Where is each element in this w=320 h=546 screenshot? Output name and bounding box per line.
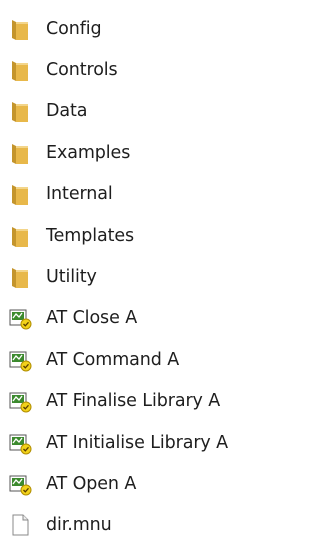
list-item-controls[interactable]: Controls (0, 49, 287, 90)
item-label: AT Open A (46, 473, 137, 494)
file-list: Config Controls Data Examples Internal T… (0, 8, 287, 546)
labview-vi-icon (8, 389, 32, 413)
folder-icon (8, 99, 32, 123)
list-item-at-command-a[interactable]: AT Command A (0, 339, 287, 380)
item-label: Examples (46, 142, 131, 163)
folder-icon (8, 141, 32, 165)
list-item-at-open-a[interactable]: AT Open A (0, 463, 287, 504)
folder-icon (8, 224, 32, 248)
labview-vi-icon (8, 306, 32, 330)
item-label: AT Command A (46, 349, 180, 370)
list-item-at-initialise-library-a[interactable]: AT Initialise Library A (0, 422, 287, 463)
list-item-data[interactable]: Data (0, 91, 287, 132)
item-label: Config (46, 18, 102, 39)
list-item-config[interactable]: Config (0, 8, 287, 49)
folder-icon (8, 17, 32, 41)
list-item-internal[interactable]: Internal (0, 174, 287, 215)
list-item-examples[interactable]: Examples (0, 132, 287, 173)
folder-icon (8, 58, 32, 82)
list-item-templates[interactable]: Templates (0, 215, 287, 256)
item-label: AT Close A (46, 308, 138, 329)
item-label: AT Initialise Library A (46, 432, 229, 453)
item-label: Templates (46, 225, 135, 246)
file-icon (8, 513, 32, 537)
item-label: Data (46, 101, 88, 122)
item-label: AT Finalise Library A (46, 391, 221, 412)
list-item-utility[interactable]: Utility (0, 256, 287, 297)
item-label: Controls (46, 60, 118, 81)
list-item-dir-mnu[interactable]: dir.mnu (0, 505, 287, 546)
item-label: Utility (46, 267, 97, 288)
item-label: dir.mnu (46, 515, 112, 536)
list-item-at-finalise-library-a[interactable]: AT Finalise Library A (0, 381, 287, 422)
folder-icon (8, 182, 32, 206)
labview-vi-icon (8, 431, 32, 455)
folder-icon (8, 265, 32, 289)
item-label: Internal (46, 184, 113, 205)
labview-vi-icon (8, 472, 32, 496)
list-item-at-close-a[interactable]: AT Close A (0, 298, 287, 339)
labview-vi-icon (8, 348, 32, 372)
